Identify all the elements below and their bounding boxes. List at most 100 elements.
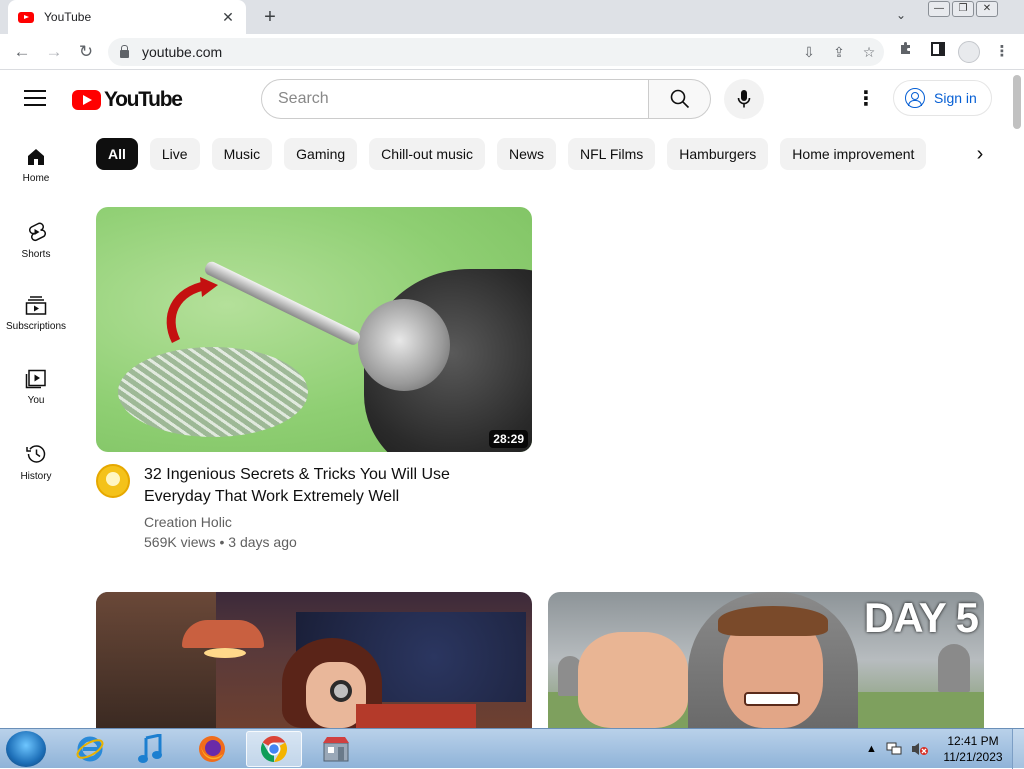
sidebar-item-label: Home — [22, 173, 50, 184]
forward-arrow-icon[interactable]: → — [42, 40, 66, 64]
page-scrollbar[interactable] — [1010, 71, 1024, 728]
sidebar-item-shorts[interactable]: Shorts — [0, 201, 72, 275]
taskbar-clock[interactable]: 12:41 PM 11/21/2023 — [940, 733, 1006, 765]
lock-icon[interactable] — [120, 45, 129, 58]
new-tab-button[interactable]: + — [258, 5, 282, 29]
hamburger-menu-icon[interactable] — [24, 90, 46, 108]
search-box[interactable] — [261, 79, 649, 119]
tab-title: YouTube — [44, 10, 92, 24]
logo-text: YouTube — [104, 88, 183, 111]
chip-news[interactable]: News — [496, 138, 556, 170]
microphone-icon — [737, 90, 751, 108]
taskbar-itunes[interactable] — [122, 731, 178, 767]
bookmark-star-icon[interactable]: ☆ — [854, 44, 884, 61]
browser-tab-youtube[interactable]: YouTube ✕ — [8, 0, 246, 34]
tab-search-chevron-icon[interactable]: ⌄ — [896, 8, 906, 22]
sidebar-item-history[interactable]: History — [0, 423, 72, 497]
sidebar-item-you[interactable]: You — [0, 349, 72, 423]
browser-menu-icon[interactable]: ⋮ — [990, 40, 1014, 64]
sign-in-button[interactable]: Sign in — [893, 80, 992, 116]
youtube-favicon-icon — [18, 11, 34, 23]
search-icon — [670, 89, 689, 109]
taskbar-firefox[interactable] — [184, 731, 240, 767]
share-icon[interactable]: ⇪ — [824, 44, 854, 61]
you-icon — [25, 369, 46, 389]
restore-button[interactable]: ❐ — [952, 1, 974, 17]
video-card[interactable]: DAY 5 — [548, 592, 984, 728]
sidebar-item-subscriptions[interactable]: Subscriptions — [0, 275, 72, 349]
mini-guide-sidebar: Home Shorts Subscriptions You History — [0, 127, 72, 497]
red-arrow-icon — [166, 277, 218, 344]
shorts-icon — [29, 222, 46, 242]
show-desktop-button[interactable] — [1012, 729, 1024, 769]
url-text[interactable]: youtube.com — [142, 44, 794, 60]
scrollbar-thumb[interactable] — [1013, 75, 1021, 129]
volume-muted-icon[interactable] — [911, 742, 929, 756]
taskbar-store-app[interactable] — [308, 731, 364, 767]
extensions-puzzle-icon[interactable] — [894, 40, 918, 64]
youtube-logo[interactable]: YouTube — [72, 88, 183, 112]
minimize-button[interactable]: — — [928, 1, 950, 17]
video-meta: 32 Ingenious Secrets & Tricks You Will U… — [96, 464, 532, 550]
sign-in-label: Sign in — [934, 90, 977, 106]
chrome-icon — [260, 735, 288, 763]
sidebar-item-home[interactable]: Home — [0, 127, 72, 201]
history-icon — [26, 445, 46, 463]
show-hidden-icons-chevron-icon[interactable]: ▲ — [866, 743, 877, 755]
clock-date: 11/21/2023 — [943, 750, 1003, 764]
side-panel-icon[interactable] — [926, 40, 950, 64]
tab-close-icon[interactable]: ✕ — [220, 9, 236, 26]
chip-home-improvement[interactable]: Home improvement — [780, 138, 927, 170]
firefox-icon — [199, 736, 225, 762]
install-app-icon[interactable]: ⇩ — [794, 44, 824, 61]
internet-explorer-icon — [76, 736, 104, 762]
video-thumbnail[interactable] — [96, 592, 532, 728]
clock-time: 12:41 PM — [947, 734, 999, 748]
start-button-windows-logo-icon[interactable] — [6, 731, 46, 767]
voice-search-button[interactable] — [724, 79, 764, 119]
taskbar-internet-explorer[interactable] — [62, 731, 118, 767]
sidebar-item-label: Shorts — [21, 249, 51, 260]
network-icon[interactable] — [886, 742, 902, 756]
profile-avatar[interactable] — [958, 41, 980, 63]
video-duration: 28:29 — [489, 430, 528, 448]
chip-gaming[interactable]: Gaming — [284, 138, 358, 170]
chip-live[interactable]: Live — [149, 138, 200, 170]
channel-avatar[interactable] — [96, 464, 130, 498]
windows-taskbar: ▲ 12:41 PM 11/21/2023 — [0, 728, 1024, 769]
account-circle-icon — [905, 88, 925, 108]
video-thumbnail[interactable]: DAY 5 — [548, 592, 984, 728]
close-window-button[interactable]: ✕ — [976, 1, 998, 17]
browser-toolbar: ← → ↻ youtube.com ⇩ ⇪ ☆ ⋮ — [0, 34, 1024, 70]
settings-more-icon[interactable]: ⋮ — [856, 87, 876, 111]
youtube-header: YouTube ⋮ Sign in — [0, 71, 1010, 127]
chip-music[interactable]: Music — [211, 138, 273, 170]
chip-hamburgers[interactable]: Hamburgers — [667, 138, 769, 170]
reload-icon[interactable]: ↻ — [74, 40, 98, 64]
sidebar-item-label: You — [27, 395, 45, 406]
video-card[interactable] — [96, 592, 532, 728]
video-stats: 569K views • 3 days ago — [144, 534, 297, 550]
store-building-icon — [323, 737, 349, 762]
search-button[interactable] — [648, 79, 711, 119]
sidebar-item-label: History — [20, 471, 52, 482]
window-controls: — ❐ ✕ — [928, 1, 998, 17]
day-5-overlay-text: DAY 5 — [863, 594, 979, 641]
channel-name[interactable]: Creation Holic — [144, 514, 504, 530]
music-note-icon — [138, 734, 162, 763]
address-bar[interactable]: youtube.com ⇩ ⇪ ☆ — [108, 38, 884, 66]
chip-chill-out-music[interactable]: Chill-out music — [369, 138, 485, 170]
chip-all[interactable]: All — [96, 138, 138, 170]
video-title[interactable]: 32 Ingenious Secrets & Tricks You Will U… — [144, 464, 504, 508]
back-arrow-icon[interactable]: ← — [10, 40, 34, 64]
video-thumbnail[interactable]: 28:29 — [96, 207, 532, 452]
chip-nfl-films[interactable]: NFL Films — [568, 138, 656, 170]
taskbar-chrome[interactable] — [246, 731, 302, 767]
video-card[interactable]: 28:29 32 Ingenious Secrets & Tricks You … — [96, 207, 532, 550]
chevron-right-icon[interactable]: › — [966, 138, 994, 170]
subscriptions-icon — [25, 296, 47, 315]
sidebar-item-label: Subscriptions — [5, 321, 67, 332]
search-input[interactable] — [278, 90, 618, 108]
system-tray: ▲ — [866, 729, 929, 769]
home-icon — [28, 149, 44, 165]
